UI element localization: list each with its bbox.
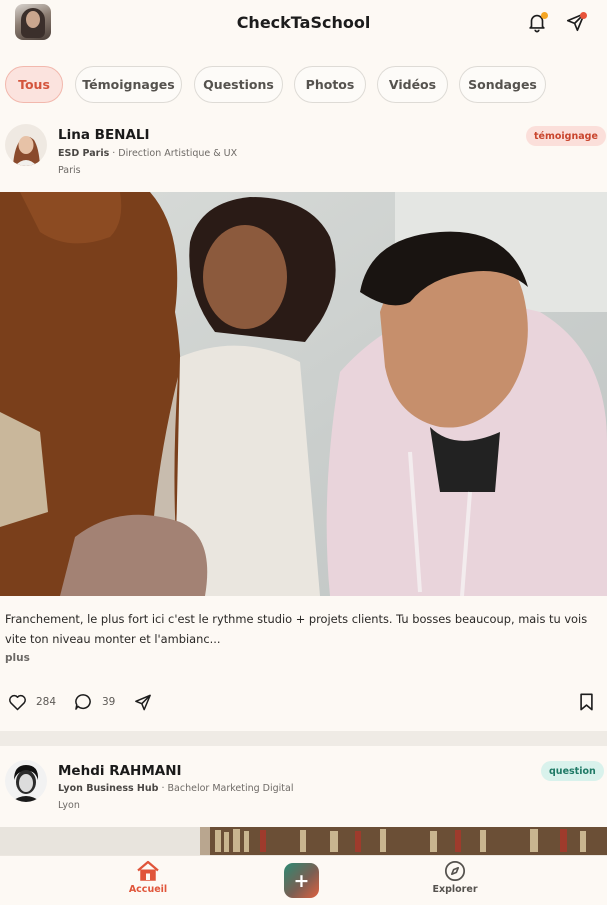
chip-tous[interactable]: Tous [5,66,63,103]
author-city: Lyon [58,800,80,811]
author-avatar-image [5,760,47,802]
like-action[interactable]: 284 [8,693,56,711]
comment-action[interactable]: 39 [74,693,115,711]
author-school-line: Lyon Business Hub · Bachelor Marketing D… [58,783,294,794]
chip-sondages[interactable]: Sondages [459,66,546,103]
nav-home-label: Accueil [128,884,168,895]
author-name[interactable]: Lina BENALI [58,127,150,143]
notifications-button[interactable] [526,11,548,33]
post-photo[interactable] [0,192,607,596]
filter-chips: Tous Témoignages Questions Photos Vidéos… [0,66,607,104]
author-school-line: ESD Paris · Direction Artistique & UX [58,148,237,159]
chip-questions[interactable]: Questions [194,66,283,103]
app-header: CheckTaSchool [0,0,607,46]
author-school[interactable]: Lyon Business Hub [58,783,158,794]
like-count: 284 [36,696,57,708]
app-title: CheckTaSchool [236,13,371,32]
bookmark-action[interactable] [579,693,594,711]
students-photo [0,192,607,596]
nav-home[interactable]: Accueil [108,860,188,895]
comment-count: 39 [102,696,116,708]
chip-temoignages[interactable]: Témoignages [75,66,182,103]
author-program: · Bachelor Marketing Digital [158,783,294,794]
author-program: · Direction Artistique & UX [109,148,238,159]
chip-photos[interactable]: Photos [294,66,366,103]
author-school[interactable]: ESD Paris [58,148,109,159]
post-type-badge: question [541,761,604,781]
post-separator [0,731,607,746]
post-text: Franchement, le plus fort ici c'est le r… [5,612,588,646]
author-name[interactable]: Mehdi RAHMANI [58,763,182,779]
comment-icon [75,694,91,710]
home-icon [137,860,159,881]
author-avatar[interactable] [5,124,47,166]
read-more-link[interactable]: plus [5,652,30,664]
library-photo [0,827,607,855]
post-card: Lina BENALI ESD Paris · Direction Artist… [0,114,607,731]
nav-explore-label: Explorer [432,884,478,895]
post-photo[interactable] [0,827,607,855]
author-city: Paris [58,165,81,176]
compass-icon [444,860,466,882]
bookmark-icon [580,693,593,711]
heart-icon [9,694,26,711]
post-type-badge: témoignage [526,126,606,146]
post-card: Mehdi RAHMANI Lyon Business Hub · Bachel… [0,746,607,855]
share-action[interactable] [133,693,153,712]
nav-explore[interactable]: Explorer [415,860,495,895]
notification-dot [541,12,548,19]
author-avatar-image [5,124,47,166]
chip-videos[interactable]: Vidéos [377,66,448,103]
create-post-button[interactable]: + [284,863,319,898]
author-avatar[interactable] [5,760,47,802]
message-dot [580,12,587,19]
bottom-navigation: Accueil + Explorer [0,855,607,905]
share-icon [135,694,151,711]
messages-button[interactable] [565,11,587,33]
